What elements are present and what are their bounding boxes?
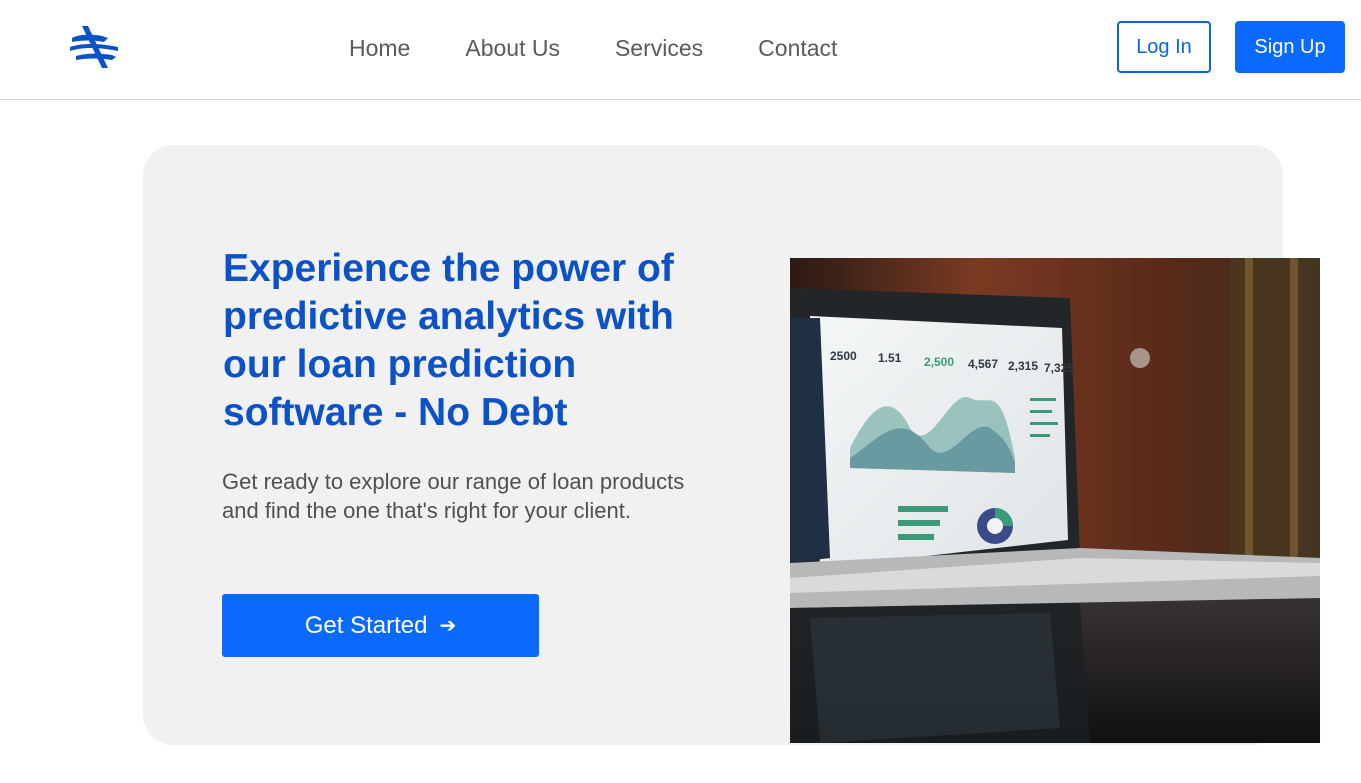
hero-image: 2500 1.51 2,500 4,567 2,315 7,325 bbox=[790, 258, 1320, 743]
laptop-analytics-photo: 2500 1.51 2,500 4,567 2,315 7,325 bbox=[790, 258, 1320, 743]
arrow-right-icon: ➔ bbox=[439, 615, 457, 637]
nav-link-about-us[interactable]: About Us bbox=[465, 33, 560, 63]
get-started-button[interactable]: Get Started ➔ bbox=[222, 594, 539, 657]
get-started-label: Get Started bbox=[304, 611, 428, 639]
hero-subtitle: Get ready to explore our range of loan p… bbox=[222, 469, 685, 523]
nav-link-home[interactable]: Home bbox=[349, 33, 410, 63]
svg-text:7,325: 7,325 bbox=[1044, 361, 1074, 375]
svg-text:2500: 2500 bbox=[830, 349, 857, 363]
svg-text:2,500: 2,500 bbox=[924, 355, 954, 369]
nav-link-services[interactable]: Services bbox=[615, 33, 703, 63]
svg-text:2,315: 2,315 bbox=[1008, 359, 1038, 373]
signup-button[interactable]: Sign Up bbox=[1235, 21, 1345, 73]
nav-link-contact[interactable]: Contact bbox=[758, 33, 837, 63]
navbar: Home About Us Services Contact Log In Si… bbox=[0, 0, 1361, 100]
login-button[interactable]: Log In bbox=[1117, 21, 1211, 73]
brand-logo-icon[interactable] bbox=[68, 22, 120, 74]
main-nav: Home About Us Services Contact bbox=[349, 33, 837, 63]
svg-text:4,567: 4,567 bbox=[968, 357, 998, 371]
svg-text:1.51: 1.51 bbox=[878, 351, 902, 365]
hero-title: Experience the power of predictive analy… bbox=[223, 247, 674, 434]
